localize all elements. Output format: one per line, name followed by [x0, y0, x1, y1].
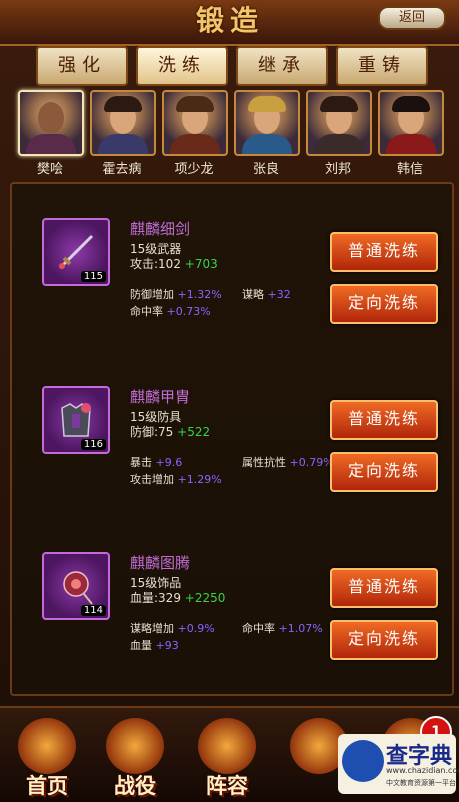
base-stat-value: 102 [158, 257, 181, 271]
directed-refine-button[interactable]: 定向洗练 [330, 284, 438, 324]
stat-label: 谋略 [242, 288, 264, 301]
hero-name: 樊哙 [36, 162, 63, 177]
stat-label: 防御增加 [130, 288, 174, 301]
page-title: 锻造 [195, 4, 264, 37]
stat-value: +1.32% [177, 288, 222, 301]
stat-line: 谋略 +32 [242, 286, 291, 302]
base-stat-bonus: +2250 [184, 591, 226, 605]
hero-name: 韩信 [396, 162, 423, 177]
base-stat-value: 329 [158, 591, 181, 605]
hero-portrait [378, 90, 444, 156]
crossed-swords-icon [106, 718, 164, 774]
stat-label: 谋略增加 [130, 622, 174, 635]
stat-line: 属性抗性 +0.79% [242, 454, 334, 470]
item-base-stat: 血量:329 +2250 [130, 589, 225, 606]
item-level-badge: 116 [80, 439, 106, 450]
equipment-panel: 115 麒麟细剑 15级武器 攻击:102 +703 防御增加 +1.32% 谋… [10, 182, 454, 696]
watermark-url: www.chazidian.com [386, 766, 459, 775]
equipment-item: 115 麒麟细剑 15级武器 攻击:102 +703 防御增加 +1.32% 谋… [12, 202, 452, 362]
hero-item[interactable]: 韩信 [378, 90, 444, 178]
stat-label: 暴击 [130, 456, 152, 469]
tab-bar: 强化 洗练 继承 重铸 [36, 46, 428, 86]
hero-item[interactable]: 张良 [234, 90, 300, 178]
stat-line: 攻击增加 +1.29% [130, 471, 222, 487]
hero-item[interactable]: 霍去病 [90, 90, 156, 178]
equipment-item: 114 麒麟图腾 15级饰品 血量:329 +2250 谋略增加 +0.9% 命… [12, 536, 452, 696]
game-screen: 锻造 返回 强化 洗练 继承 重铸 樊哙 霍去病 项少龙 张良 刘邦 韩信 11… [0, 0, 459, 802]
banner-icon [198, 718, 256, 774]
hero-item[interactable]: 刘邦 [306, 90, 372, 178]
hero-item[interactable]: 樊哙 [18, 90, 84, 178]
watermark-logo: 查字典 www.chazidian.com 中文教育资源第一平台 [338, 734, 459, 794]
stat-value: +0.79% [289, 456, 334, 469]
item-level-badge: 115 [80, 271, 106, 282]
stat-value: +93 [155, 639, 179, 652]
stat-value: +1.07% [278, 622, 323, 635]
stat-label: 血量 [130, 639, 152, 652]
hero-name: 刘邦 [324, 162, 351, 177]
hero-portrait [162, 90, 228, 156]
stat-value: +9.6 [155, 456, 183, 469]
stat-label: 攻击增加 [130, 473, 174, 486]
hero-portrait [306, 90, 372, 156]
stat-label: 属性抗性 [242, 456, 286, 469]
tab-refine[interactable]: 洗练 [136, 46, 228, 86]
nav-home[interactable]: 首页 [6, 718, 88, 802]
item-base-stat: 防御:75 +522 [130, 423, 210, 440]
base-stat-label: 攻击: [130, 257, 159, 271]
palace-icon [18, 718, 76, 774]
watermark-subtitle: 中文教育资源第一平台 [386, 779, 456, 787]
base-stat-label: 血量: [130, 591, 159, 605]
mascot-icon [342, 740, 384, 782]
totem-icon[interactable]: 114 [42, 552, 110, 620]
stat-value: +0.73% [166, 305, 211, 318]
item-base-stat: 攻击:102 +703 [130, 255, 218, 272]
tab-recast[interactable]: 重铸 [336, 46, 428, 86]
normal-refine-button[interactable]: 普通洗练 [330, 568, 438, 608]
hero-name: 项少龙 [174, 162, 214, 177]
stat-line: 命中率 +1.07% [242, 620, 323, 636]
hero-portrait [18, 90, 84, 156]
stat-label: 命中率 [130, 305, 163, 318]
directed-refine-button[interactable]: 定向洗练 [330, 452, 438, 492]
stat-line: 命中率 +0.73% [130, 303, 211, 319]
hero-item[interactable]: 项少龙 [162, 90, 228, 178]
nav-label: 战役 [114, 774, 156, 798]
hero-name: 张良 [252, 162, 279, 177]
item-name: 麒麟细剑 [130, 220, 191, 238]
nav-label: 首页 [26, 774, 68, 798]
nav-formation[interactable]: 阵容 [186, 718, 268, 802]
hero-portrait [234, 90, 300, 156]
stat-line: 防御增加 +1.32% [130, 286, 222, 302]
stat-line: 谋略增加 +0.9% [130, 620, 215, 636]
hero-portrait [90, 90, 156, 156]
stat-line: 血量 +93 [130, 637, 179, 653]
base-stat-bonus: +703 [184, 257, 218, 271]
stat-label: 命中率 [242, 622, 275, 635]
nav-campaign[interactable]: 战役 [94, 718, 176, 802]
base-stat-label: 防御: [130, 425, 159, 439]
hero-selector: 樊哙 霍去病 项少龙 张良 刘邦 韩信 [16, 90, 446, 180]
stat-value: +1.29% [177, 473, 222, 486]
normal-refine-button[interactable]: 普通洗练 [330, 232, 438, 272]
normal-refine-button[interactable]: 普通洗练 [330, 400, 438, 440]
nav-label: 阵容 [206, 774, 248, 798]
sword-icon[interactable]: 115 [42, 218, 110, 286]
item-level-badge: 114 [80, 605, 106, 616]
tab-strengthen[interactable]: 强化 [36, 46, 128, 86]
directed-refine-button[interactable]: 定向洗练 [330, 620, 438, 660]
item-name: 麒麟甲胄 [130, 388, 191, 406]
equipment-item: 116 麒麟甲胄 15级防具 防御:75 +522 暴击 +9.6 属性抗性 +… [12, 370, 452, 530]
item-name: 麒麟图腾 [130, 554, 191, 572]
base-stat-value: 75 [158, 425, 174, 439]
title-bar: 锻造 返回 [0, 0, 459, 46]
stat-line: 暴击 +9.6 [130, 454, 182, 470]
back-button[interactable]: 返回 [378, 6, 446, 30]
stat-value: +32 [267, 288, 291, 301]
hero-name: 霍去病 [102, 162, 142, 177]
armor-icon[interactable]: 116 [42, 386, 110, 454]
tab-inherit[interactable]: 继承 [236, 46, 328, 86]
base-stat-bonus: +522 [177, 425, 211, 439]
stat-value: +0.9% [177, 622, 215, 635]
